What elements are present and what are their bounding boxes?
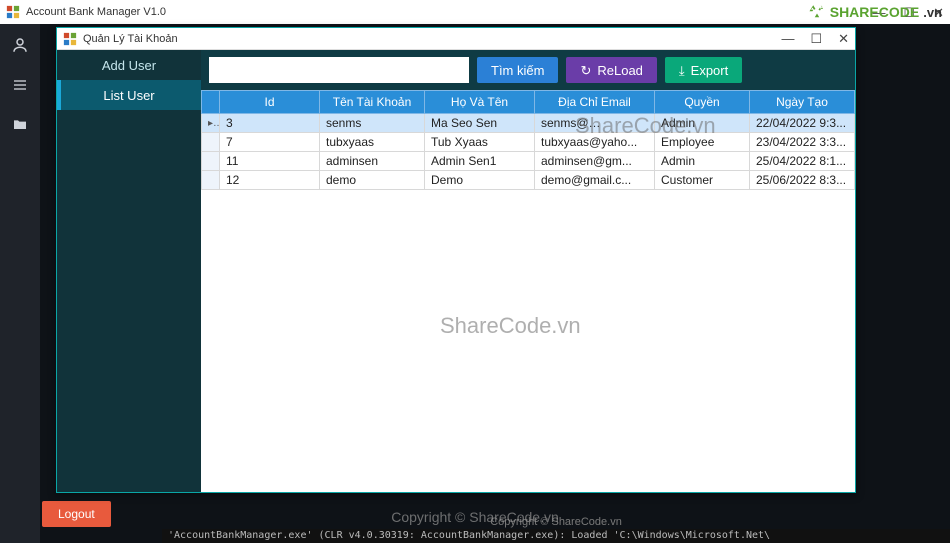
cell-id[interactable]: 3 <box>220 114 320 133</box>
table-row[interactable]: 11adminsenAdmin Sen1adminsen@gm...Admin2… <box>202 152 855 171</box>
export-icon: ⤓ <box>679 64 685 77</box>
child-app-icon <box>63 32 77 46</box>
logo-suffix: .vn <box>923 5 942 20</box>
table-header-row: Id Tên Tài Khoản Họ Và Tên Địa Chỉ Email… <box>202 91 855 114</box>
reload-icon: ↻ <box>580 64 591 77</box>
cell-date[interactable]: 25/06/2022 8:3... <box>750 171 855 190</box>
cell-id[interactable]: 12 <box>220 171 320 190</box>
console-output: 'AccountBankManager.exe' (CLR v4.0.30319… <box>162 529 950 543</box>
data-grid[interactable]: Id Tên Tài Khoản Họ Và Tên Địa Chỉ Email… <box>201 90 855 492</box>
sharecode-logo: SHARECODE .vn <box>808 3 942 21</box>
cell-fullname[interactable]: Admin Sen1 <box>425 152 535 171</box>
child-window: Quản Lý Tài Khoản — ☐ ✕ Add User List Us… <box>56 27 856 493</box>
col-role[interactable]: Quyền <box>655 91 750 114</box>
cell-username[interactable]: tubxyaas <box>320 133 425 152</box>
cell-username[interactable]: demo <box>320 171 425 190</box>
cell-date[interactable]: 25/04/2022 8:1... <box>750 152 855 171</box>
export-button-label: Export <box>691 63 729 78</box>
cell-role[interactable]: Customer <box>655 171 750 190</box>
row-indicator: ▸ <box>202 114 220 133</box>
recycle-icon <box>808 3 826 21</box>
child-titlebar: Quản Lý Tài Khoản — ☐ ✕ <box>57 28 855 50</box>
child-title-text: Quản Lý Tài Khoản <box>83 33 178 45</box>
child-body: Add User List User Tìm kiếm ↻ ReLoad ⤓ E… <box>57 50 855 492</box>
cell-fullname[interactable]: Ma Seo Sen <box>425 114 535 133</box>
row-indicator <box>202 133 220 152</box>
cell-fullname[interactable]: Tub Xyaas <box>425 133 535 152</box>
child-sidebar: Add User List User <box>57 50 201 492</box>
search-button-label: Tìm kiếm <box>491 63 544 78</box>
cell-date[interactable]: 22/04/2022 9:3... <box>750 114 855 133</box>
child-close-button[interactable]: ✕ <box>838 31 849 47</box>
child-minimize-button[interactable]: — <box>781 31 794 47</box>
search-input[interactable] <box>209 57 469 83</box>
row-indicator <box>202 171 220 190</box>
cell-email[interactable]: adminsen@gm... <box>535 152 655 171</box>
cell-username[interactable]: adminsen <box>320 152 425 171</box>
col-username[interactable]: Tên Tài Khoản <box>320 91 425 114</box>
toolbar: Tìm kiếm ↻ ReLoad ⤓ Export <box>201 50 855 90</box>
sidebar-item-label: Add User <box>102 58 156 73</box>
table-row[interactable]: ▸3senmsMa Seo Sensenms@…Admin22/04/2022 … <box>202 114 855 133</box>
cell-id[interactable]: 11 <box>220 152 320 171</box>
col-id[interactable]: Id <box>220 91 320 114</box>
copyright-text: Copyright © ShareCode.vn <box>162 515 950 529</box>
app-icon <box>6 5 20 19</box>
col-date[interactable]: Ngày Tạo <box>750 91 855 114</box>
cell-fullname[interactable]: Demo <box>425 171 535 190</box>
row-selector-header <box>202 91 220 114</box>
reload-button-label: ReLoad <box>597 63 643 78</box>
logo-text: SHARECODE <box>830 4 919 20</box>
sidebar-item-add-user[interactable]: Add User <box>57 50 201 80</box>
child-maximize-button[interactable]: ☐ <box>810 31 822 47</box>
cell-email[interactable]: demo@gmail.c... <box>535 171 655 190</box>
cell-email[interactable]: senms@… <box>535 114 655 133</box>
cell-role[interactable]: Employee <box>655 133 750 152</box>
parent-title-text: Account Bank Manager V1.0 <box>26 6 166 18</box>
cell-date[interactable]: 23/04/2022 3:3... <box>750 133 855 152</box>
sidebar-item-list-user[interactable]: List User <box>57 80 201 110</box>
cell-role[interactable]: Admin <box>655 114 750 133</box>
cell-id[interactable]: 7 <box>220 133 320 152</box>
table-row[interactable]: 7tubxyaasTub Xyaastubxyaas@yaho...Employ… <box>202 133 855 152</box>
search-button[interactable]: Tìm kiếm <box>477 57 558 83</box>
user-icon[interactable] <box>9 34 31 56</box>
row-indicator <box>202 152 220 171</box>
cell-email[interactable]: tubxyaas@yaho... <box>535 133 655 152</box>
logout-button[interactable]: Logout <box>42 501 111 527</box>
cell-username[interactable]: senms <box>320 114 425 133</box>
folder-icon[interactable] <box>9 114 31 136</box>
parent-sidebar: Qua <box>0 24 40 543</box>
col-fullname[interactable]: Họ Và Tên <box>425 91 535 114</box>
logout-label: Logout <box>58 507 95 521</box>
menu-icon[interactable] <box>9 74 31 96</box>
export-button[interactable]: ⤓ Export <box>665 57 742 83</box>
table-row[interactable]: 12demoDemodemo@gmail.c...Customer25/06/2… <box>202 171 855 190</box>
reload-button[interactable]: ↻ ReLoad <box>566 57 656 83</box>
sidebar-item-label: List User <box>103 88 154 103</box>
right-panel: Tìm kiếm ↻ ReLoad ⤓ Export <box>201 50 855 492</box>
cell-role[interactable]: Admin <box>655 152 750 171</box>
col-email[interactable]: Địa Chỉ Email <box>535 91 655 114</box>
